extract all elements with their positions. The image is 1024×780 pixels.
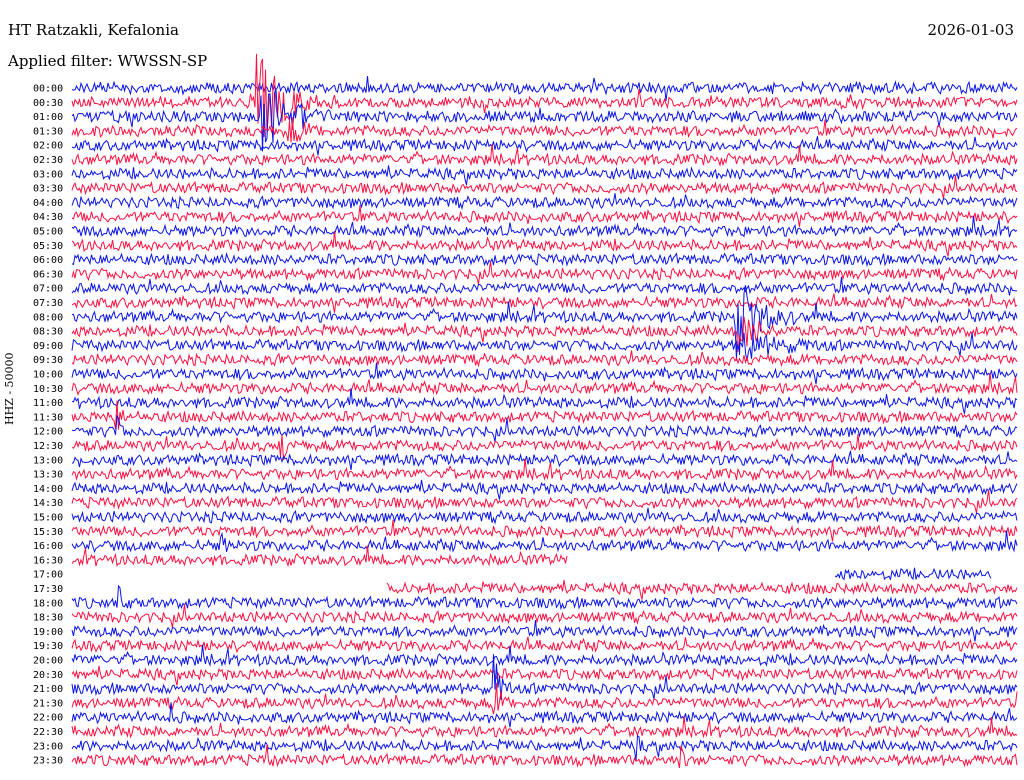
time-label: 05:00 — [33, 227, 63, 238]
seismic-traces — [71, 53, 1018, 769]
time-label: 04:00 — [33, 198, 63, 209]
time-label: 18:30 — [33, 613, 63, 624]
time-label: 07:30 — [33, 298, 63, 309]
time-label: 16:00 — [33, 541, 63, 552]
time-label: 02:30 — [33, 155, 63, 166]
trace-line — [71, 450, 1018, 470]
trace-line — [71, 193, 1018, 211]
trace-line — [71, 261, 1018, 285]
time-label: 16:30 — [33, 555, 63, 566]
time-label: 01:00 — [33, 112, 63, 123]
trace-line — [71, 53, 1018, 138]
time-label: 22:00 — [33, 713, 63, 724]
time-label: 20:00 — [33, 656, 63, 667]
trace-line — [71, 205, 1018, 227]
trace-line — [71, 434, 1018, 461]
trace-line — [71, 507, 1018, 525]
time-label: 12:00 — [33, 427, 63, 438]
time-label: 05:30 — [33, 241, 63, 252]
trace-line — [71, 414, 1018, 442]
trace-line — [71, 350, 1018, 368]
trace-line — [71, 665, 1018, 686]
time-label: 13:00 — [33, 455, 63, 466]
time-label: 14:00 — [33, 484, 63, 495]
trace-line — [71, 400, 1018, 430]
trace-line — [71, 682, 1018, 715]
trace-line — [386, 580, 1018, 600]
trace-line — [834, 567, 992, 581]
time-label: 13:30 — [33, 470, 63, 481]
trace-line — [71, 636, 1018, 654]
trace-line — [71, 644, 1018, 668]
time-label: 23:30 — [33, 756, 63, 767]
time-label: 04:30 — [33, 212, 63, 223]
time-labels: 00:00 00:30 01:00 01:30 02:00 02:30 03:00 03:30… — [33, 84, 63, 767]
trace-line — [71, 276, 1018, 296]
trace-line — [71, 175, 1018, 199]
time-label: 23:00 — [33, 741, 63, 752]
time-label: 21:30 — [33, 698, 63, 709]
trace-line — [71, 117, 1018, 143]
trace-line — [71, 136, 1018, 156]
trace-line — [71, 604, 1018, 628]
time-label: 01:30 — [33, 126, 63, 137]
trace-line — [71, 362, 1018, 385]
time-label: 11:00 — [33, 398, 63, 409]
time-label: 19:00 — [33, 627, 63, 638]
trace-line — [71, 388, 1018, 414]
time-label: 12:30 — [33, 441, 63, 452]
time-label: 21:00 — [33, 684, 63, 695]
time-label: 17:30 — [33, 584, 63, 595]
time-label: 06:30 — [33, 269, 63, 280]
time-label: 19:30 — [33, 641, 63, 652]
time-label: 08:30 — [33, 327, 63, 338]
time-label: 02:00 — [33, 141, 63, 152]
time-label: 00:00 — [33, 84, 63, 95]
time-label: 07:00 — [33, 284, 63, 295]
trace-line — [71, 479, 1018, 500]
trace-line — [71, 88, 1018, 152]
trace-line — [71, 76, 1018, 101]
time-label: 22:30 — [33, 727, 63, 738]
trace-line — [71, 293, 1018, 313]
trace-line — [71, 373, 1018, 396]
trace-line — [71, 489, 1018, 514]
time-label: 17:00 — [33, 570, 63, 581]
time-label: 08:00 — [33, 312, 63, 323]
trace-line — [71, 285, 1018, 361]
time-label: 18:00 — [33, 598, 63, 609]
trace-line — [71, 702, 1018, 728]
time-label: 11:30 — [33, 412, 63, 423]
time-label: 09:00 — [33, 341, 63, 352]
time-label: 15:30 — [33, 527, 63, 538]
time-label: 20:30 — [33, 670, 63, 681]
time-label: 09:30 — [33, 355, 63, 366]
trace-line — [71, 519, 1018, 542]
trace-line — [71, 230, 1018, 257]
helicorder-plot: 00:00 00:30 01:00 01:30 02:00 02:30 03:00 03:30… — [33, 53, 1018, 769]
trace-line — [71, 619, 1018, 642]
time-label: 15:00 — [33, 513, 63, 524]
time-label: 10:00 — [33, 370, 63, 381]
trace-line — [71, 716, 1018, 739]
time-label: 06:00 — [33, 255, 63, 266]
time-label: 00:30 — [33, 98, 63, 109]
trace-line — [71, 165, 1018, 186]
time-label: 03:00 — [33, 169, 63, 180]
time-label: 14:30 — [33, 498, 63, 509]
time-label: 10:30 — [33, 384, 63, 395]
trace-line — [71, 252, 1018, 268]
time-label: 03:30 — [33, 184, 63, 195]
